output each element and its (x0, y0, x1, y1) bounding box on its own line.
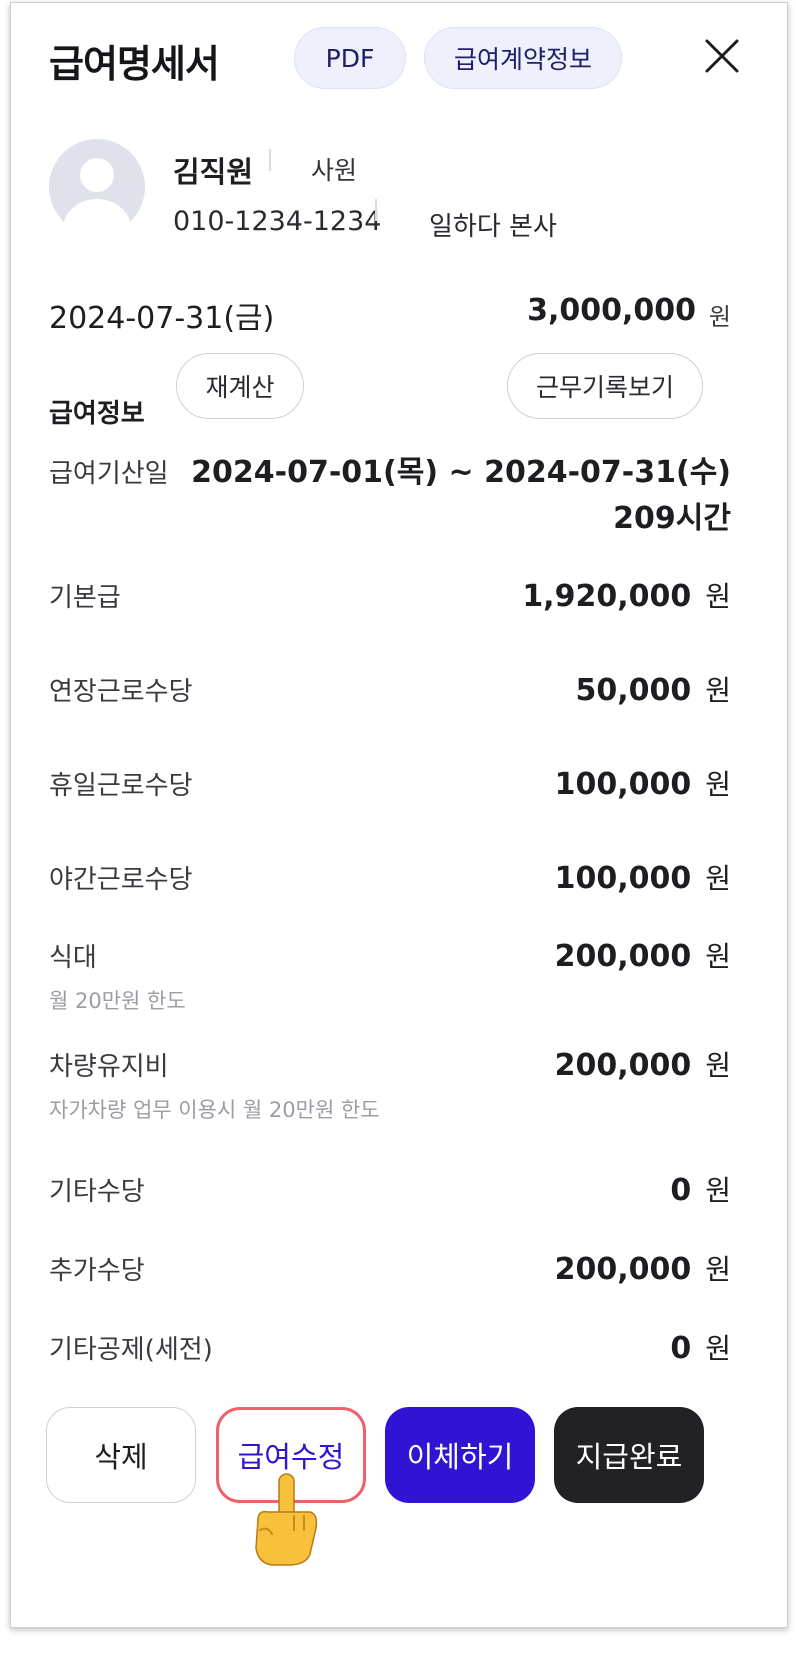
item-value: 200,000 원 (554, 1252, 731, 1287)
transfer-button[interactable]: 이체하기 (385, 1407, 535, 1503)
contract-info-button[interactable]: 급여계약정보 (424, 27, 622, 89)
recalculate-button[interactable]: 재계산 (176, 353, 304, 419)
total-amount: 3,000,000 (527, 293, 696, 328)
item-label: 식대 (49, 943, 97, 973)
item-label: 기타공제(세전) (49, 1335, 213, 1365)
employee-role: 사원 (311, 156, 358, 185)
page-title: 급여명세서 (49, 42, 220, 86)
item-label: 연장근로수당 (49, 677, 193, 707)
employee-company: 일하다 본사 (429, 212, 557, 242)
item-label: 추가수당 (49, 1256, 145, 1286)
total-unit: 원 (708, 303, 731, 331)
view-worklog-button[interactable]: 근무기록보기 (507, 353, 703, 419)
item-label: 기타수당 (49, 1177, 145, 1207)
employee-phone: 010-1234-1234 (173, 206, 382, 237)
pay-date: 2024-07-31(금) (49, 301, 275, 336)
item-value: 100,000 원 (554, 767, 731, 802)
close-icon[interactable] (701, 35, 743, 77)
user-icon (63, 158, 131, 235)
payment-complete-button[interactable]: 지급완료 (554, 1407, 704, 1503)
avatar (49, 139, 145, 235)
item-label: 야간근로수당 (49, 865, 193, 895)
period-label: 급여기산일 (49, 459, 169, 489)
item-value: 200,000 원 (554, 939, 731, 974)
item-label: 휴일근로수당 (49, 771, 193, 801)
item-value: 1,920,000 원 (522, 579, 731, 614)
item-value: 0원 (670, 1173, 731, 1208)
item-sublabel: 자가차량 업무 이용시 월 20만원 한도 (49, 1098, 380, 1122)
payslip-panel: 급여명세서 PDF 급여계약정보 김직원 사원 010-1234-1234 일하… (10, 2, 788, 1628)
divider (375, 199, 377, 221)
item-value: 100,000 원 (554, 861, 731, 896)
divider (269, 149, 271, 171)
period-hours: 209시간 (613, 501, 731, 536)
item-sublabel: 월 20만원 한도 (49, 989, 186, 1013)
item-value: 200,000 원 (554, 1048, 731, 1083)
delete-button[interactable]: 삭제 (46, 1407, 196, 1503)
pdf-button[interactable]: PDF (294, 27, 406, 89)
item-label: 기본급 (49, 583, 121, 613)
period-range: 2024-07-01(목) ~ 2024-07-31(수) (191, 455, 731, 490)
item-label: 차량유지비 (49, 1052, 169, 1082)
item-value: 0원 (670, 1331, 731, 1366)
section-title: 급여정보 (49, 399, 145, 429)
pointing-hand-icon (248, 1470, 320, 1568)
item-value: 50,000 원 (575, 673, 731, 708)
employee-name: 김직원 (173, 155, 254, 189)
